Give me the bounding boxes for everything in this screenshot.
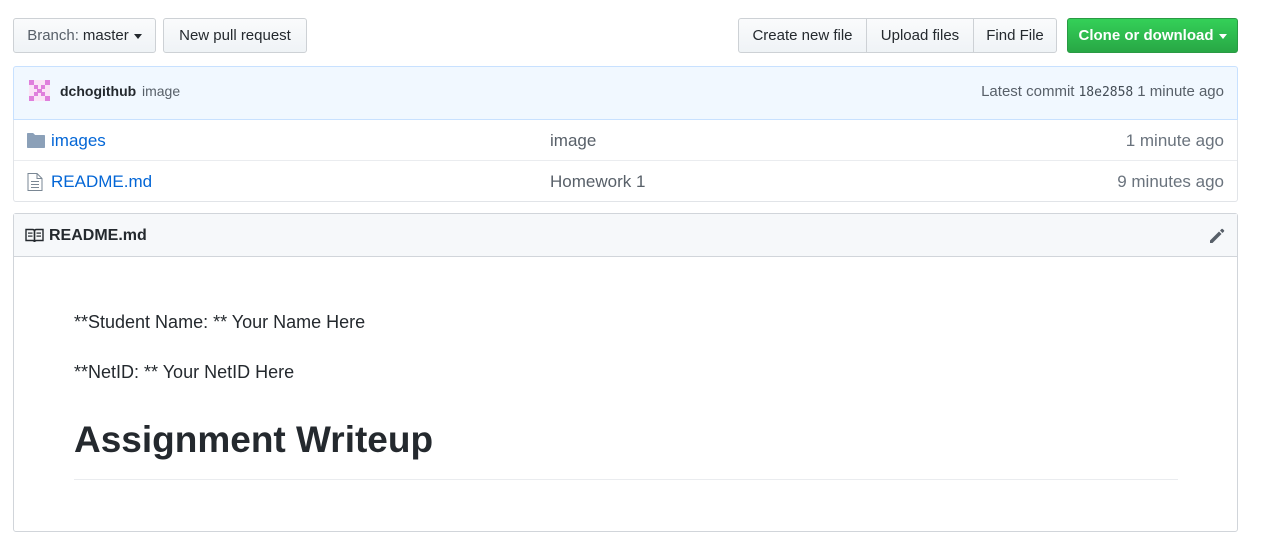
chevron-down-icon — [1218, 34, 1227, 39]
readme-panel: README.md **Student Name: ** Your Name H… — [13, 213, 1238, 532]
book-icon — [25, 228, 44, 243]
file-age: 1 minute ago — [1125, 131, 1224, 150]
commit-age: 1 minute ago — [1137, 83, 1224, 100]
branch-prefix: Branch: — [27, 27, 79, 44]
commit-author-link[interactable]: dchogithub — [60, 83, 136, 99]
file-actions-group: Create new file Upload files Find File — [738, 18, 1057, 53]
file-list: images image 1 minute ago README.md Home… — [13, 120, 1238, 202]
latest-commit-label: Latest commit — [981, 83, 1075, 100]
branch-selector-button[interactable]: Branch: master — [13, 18, 156, 53]
file-name-link[interactable]: README.md — [51, 172, 152, 192]
clone-or-download-button[interactable]: Clone or download — [1067, 18, 1238, 53]
upload-files-button[interactable]: Upload files — [866, 18, 974, 53]
find-file-button[interactable]: Find File — [973, 18, 1057, 53]
clone-or-download-label: Clone or download — [1078, 27, 1214, 44]
file-row: README.md Homework 1 9 minutes ago — [14, 160, 1237, 201]
commit-sha-link[interactable]: 18e2858 — [1078, 85, 1133, 100]
heading-divider — [74, 479, 1178, 480]
readme-heading: Assignment Writeup — [74, 419, 434, 460]
file-icon — [27, 173, 43, 191]
readme-paragraph: **Student Name: ** Your Name Here — [74, 312, 366, 332]
readme-header: README.md — [14, 214, 1237, 257]
branch-name: master — [82, 27, 129, 44]
file-row: images image 1 minute ago — [14, 120, 1237, 160]
file-commit-message-link[interactable]: Homework 1 — [550, 172, 645, 192]
create-new-file-button[interactable]: Create new file — [738, 18, 867, 53]
latest-commit-bar: dchogithub image Latest commit 18e2858 1 m… — [13, 66, 1238, 120]
folder-icon — [27, 133, 45, 148]
new-pull-request-button[interactable]: New pull request — [163, 18, 307, 53]
avatar[interactable] — [29, 80, 50, 101]
readme-title: README.md — [49, 227, 147, 244]
file-name-link[interactable]: images — [51, 131, 106, 151]
pencil-icon[interactable] — [1207, 226, 1227, 246]
file-age: 9 minutes ago — [1117, 172, 1224, 191]
chevron-down-icon — [133, 34, 142, 39]
file-commit-message-link[interactable]: image — [550, 131, 596, 151]
commit-message-link[interactable]: image — [142, 83, 180, 99]
latest-commit-info: Latest commit 18e2858 1 minute ago — [981, 83, 1224, 100]
readme-paragraph: **NetID: ** Your NetID Here — [74, 362, 295, 382]
